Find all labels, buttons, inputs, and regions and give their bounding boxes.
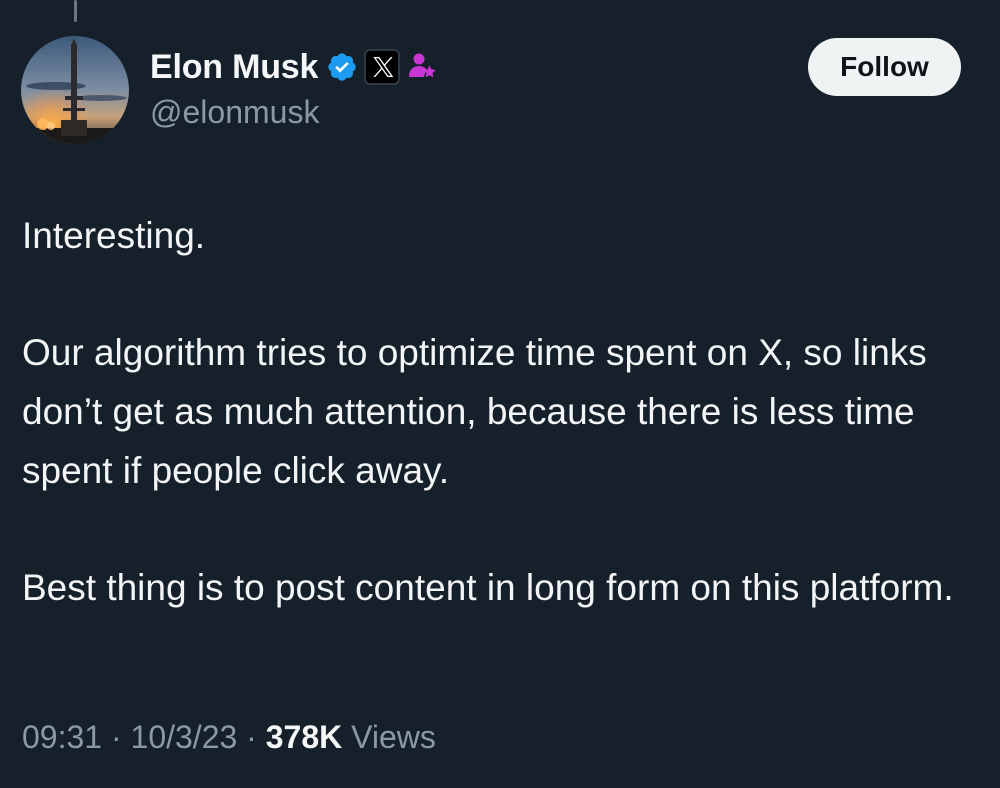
tweet-paragraph: Best thing is to post content in long fo… [22,567,954,608]
meta-separator: · [246,719,257,755]
tweet-paragraph: Interesting. [22,215,206,256]
author-name-row: Elon Musk [150,44,438,90]
avatar[interactable] [21,36,129,144]
author-name[interactable]: Elon Musk [150,48,318,87]
views-count[interactable]: 378K [266,719,343,755]
follow-button[interactable]: Follow [808,38,961,96]
tweet-date[interactable]: 10/3/23 [131,719,238,755]
tweet-metadata: 09:31 · 10/3/23 · 378K Views [22,719,436,756]
tweet-paragraph: Our algorithm tries to optimize time spe… [22,332,927,491]
tweet-text: Interesting. Our algorithm tries to opti… [22,206,982,617]
avatar-image [21,36,129,144]
thread-connector-line [74,0,77,22]
tweet-time[interactable]: 09:31 [22,719,102,755]
views-label: Views [351,719,436,755]
meta-separator: · [110,719,122,755]
affiliate-person-icon[interactable] [406,51,438,83]
author-handle[interactable]: @elonmusk [150,94,319,131]
verified-badge-icon[interactable] [326,51,358,83]
x-logo-icon[interactable] [364,49,400,85]
